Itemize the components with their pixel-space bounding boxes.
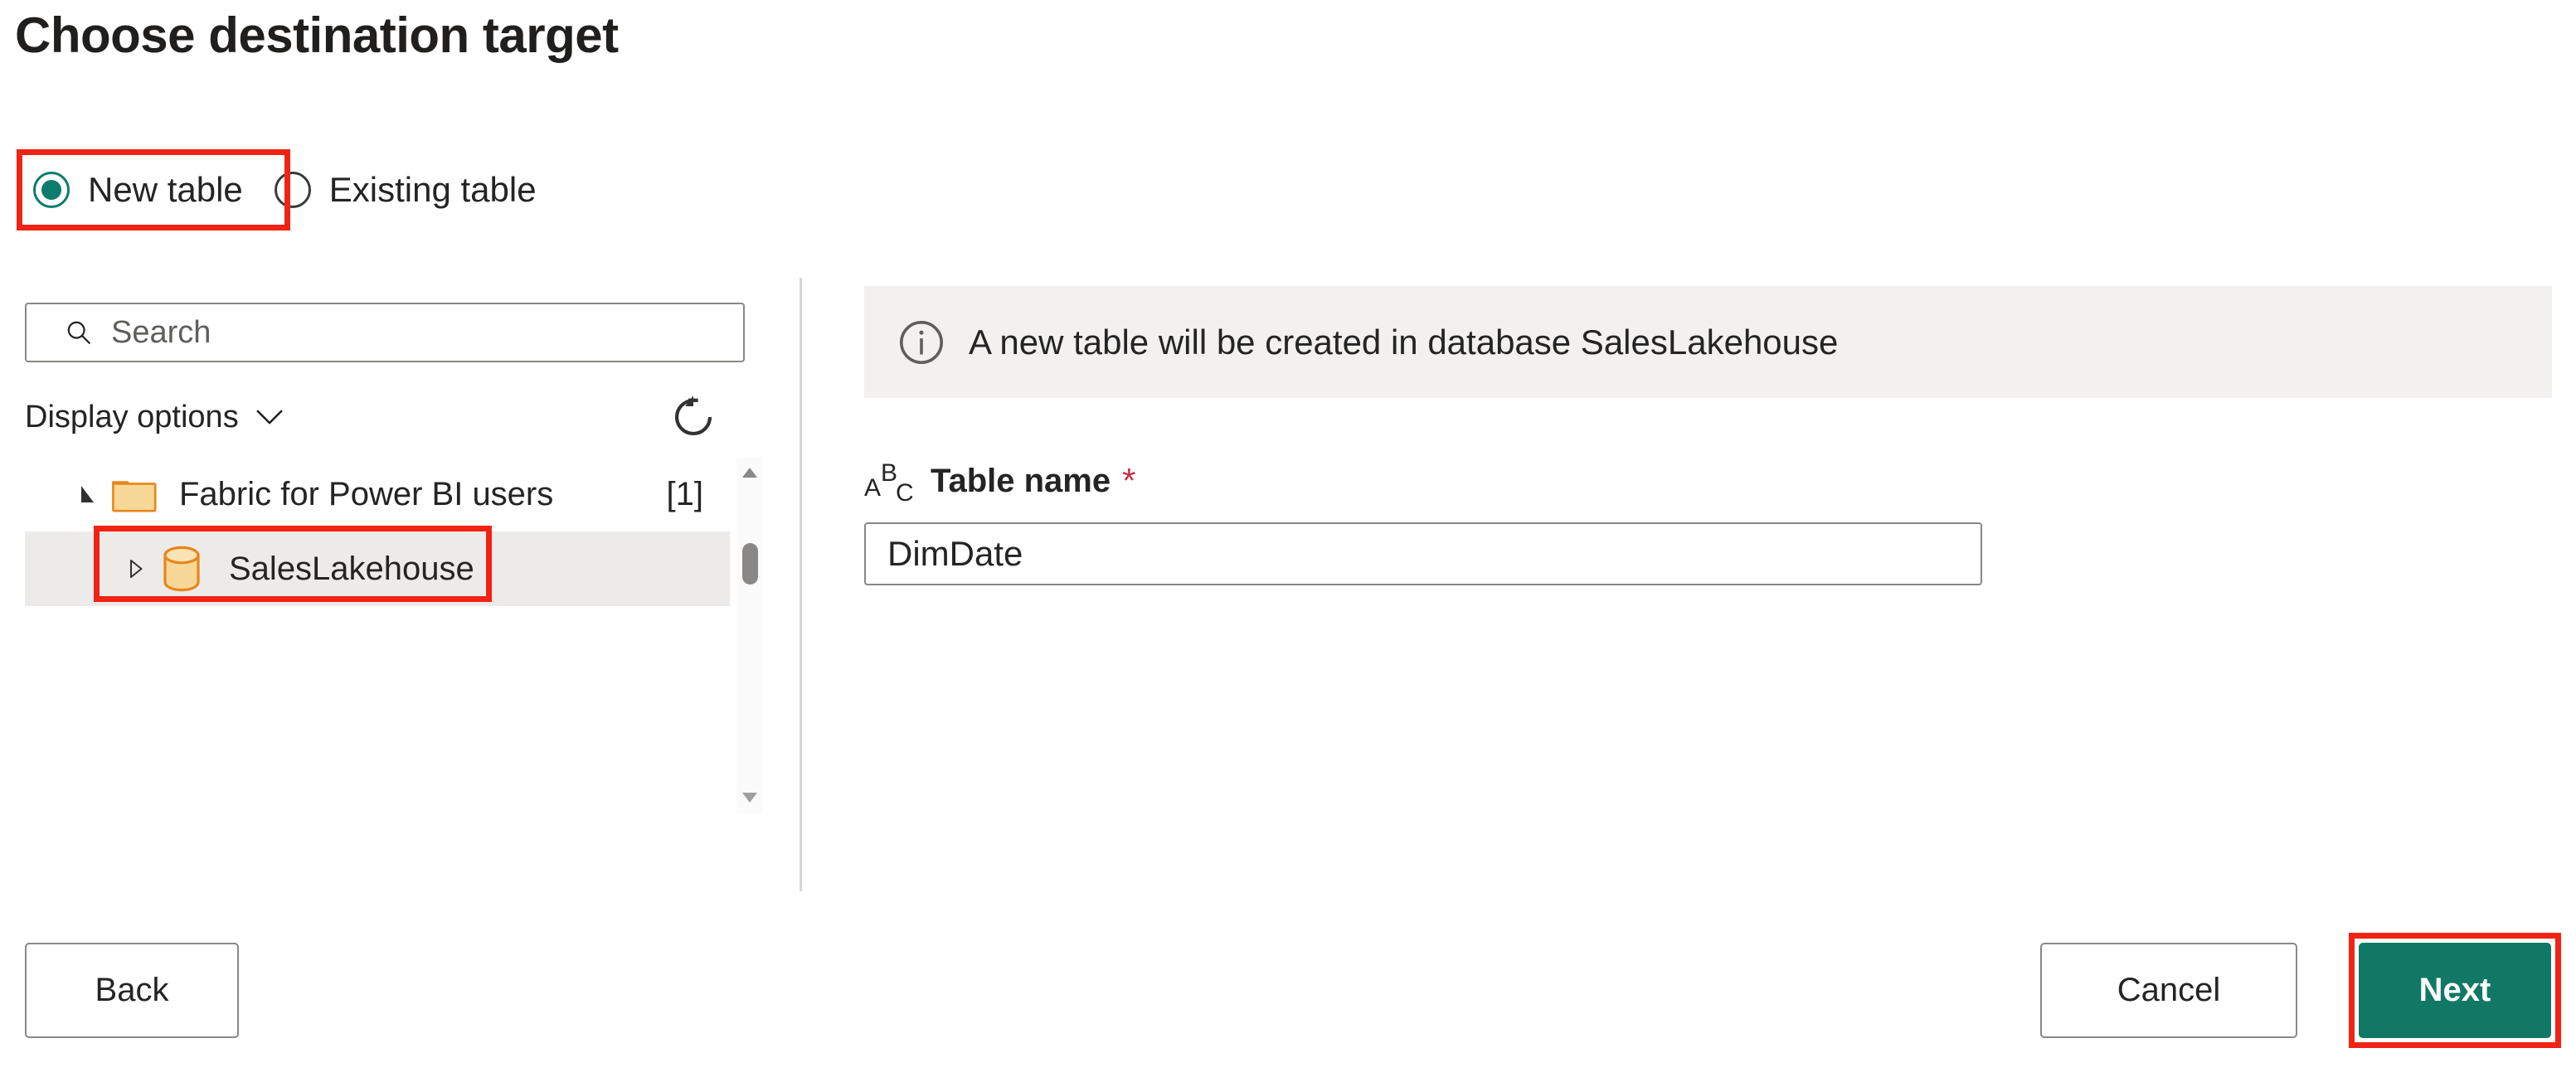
scroll-down-arrow-icon[interactable] (736, 785, 763, 810)
display-options-dropdown[interactable]: Display options (25, 400, 284, 435)
caret-collapsed-icon[interactable] (123, 556, 161, 581)
tree-label-workspace: Fabric for Power BI users (179, 475, 554, 512)
panel-divider (800, 278, 802, 891)
info-message-text: A new table will be created in database … (969, 322, 1839, 362)
tree-row-workspace[interactable]: Fabric for Power BI users [1] (25, 457, 730, 531)
search-box[interactable] (25, 303, 745, 362)
display-options-row: Display options (25, 384, 745, 450)
caret-expanded-icon[interactable] (73, 482, 111, 507)
tree-row-saleslakehouse[interactable]: SalesLakehouse (25, 531, 730, 606)
refresh-icon[interactable] (670, 394, 717, 440)
search-icon (67, 321, 90, 344)
radio-existing-table-icon (274, 172, 311, 208)
radio-option-existing-table[interactable]: Existing table (258, 149, 552, 231)
page-title: Choose destination target (15, 7, 619, 63)
tree-label-saleslakehouse: SalesLakehouse (229, 550, 474, 587)
tree-count-workspace: [1] (666, 475, 703, 512)
scroll-up-arrow-icon[interactable] (736, 460, 763, 485)
display-options-label: Display options (25, 399, 239, 434)
search-input[interactable] (111, 314, 708, 351)
radio-option-new-table[interactable]: New table (17, 149, 258, 231)
tree-list: Fabric for Power BI users [1] SalesLakeh… (25, 457, 730, 606)
table-name-field-block: A B C Table name * (864, 458, 2552, 585)
radio-label-new-table: New table (88, 170, 243, 209)
table-name-label-row: A B C Table name * (864, 458, 2552, 504)
tree-scrollbar[interactable] (736, 457, 763, 813)
svg-text:B: B (881, 459, 897, 487)
table-name-input[interactable] (887, 534, 1949, 574)
destination-settings-panel: A new table will be created in database … (864, 286, 2552, 585)
back-button[interactable]: Back (25, 943, 239, 1038)
svg-text:C: C (896, 479, 914, 502)
destination-mode-radio-group: New table Existing table (17, 149, 552, 231)
abc-text-type-icon: A B C (864, 459, 914, 502)
svg-text:A: A (864, 474, 881, 502)
choose-destination-target-dialog: Choose destination target New table Exis… (0, 0, 2576, 1087)
radio-label-existing-table: Existing table (328, 170, 537, 209)
chevron-down-icon (256, 410, 283, 425)
radio-dot (41, 180, 61, 200)
table-name-label: Table name (931, 462, 1111, 499)
table-name-input-wrapper[interactable] (864, 522, 1982, 585)
info-message-bar: A new table will be created in database … (864, 286, 2552, 398)
radio-new-table-icon (33, 172, 70, 208)
info-icon (900, 320, 943, 364)
scrollbar-thumb[interactable] (742, 543, 758, 585)
destination-tree: Fabric for Power BI users [1] SalesLakeh… (25, 457, 763, 813)
database-icon (161, 546, 216, 592)
navigator-left-panel: Display options (25, 303, 771, 813)
required-marker: * (1122, 461, 1136, 500)
cancel-button[interactable]: Cancel (2040, 943, 2297, 1038)
next-button[interactable]: Next (2359, 943, 2551, 1038)
folder-icon (111, 475, 166, 513)
